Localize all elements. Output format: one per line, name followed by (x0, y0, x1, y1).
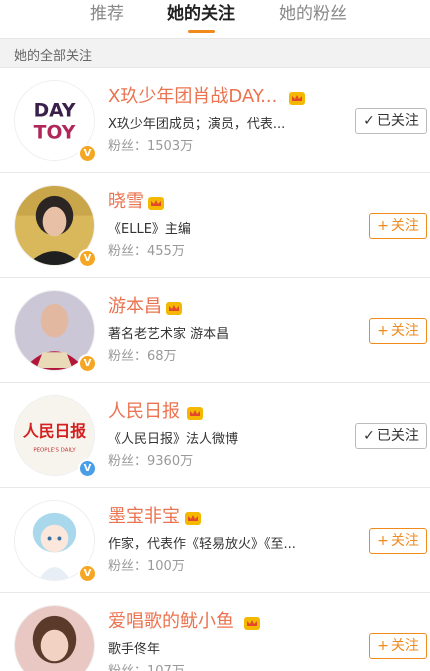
plus-icon: + (377, 323, 389, 339)
crown-icon (185, 512, 201, 525)
list-item[interactable]: 爱唱歌的鱿小鱼 歌手佟年 粉丝：107万 +关注 (0, 593, 430, 671)
fan-count: 粉丝：9360万 (108, 454, 194, 469)
fan-count: 粉丝：1503万 (108, 139, 194, 154)
verified-badge: V (78, 354, 97, 373)
follow-button[interactable]: + 关注 (369, 633, 427, 659)
crown-icon (244, 617, 260, 630)
fan-count: 粉丝：455万 (108, 244, 185, 259)
svg-text:PEOPLE'S DAILY: PEOPLE'S DAILY (33, 447, 76, 453)
user-description: 歌手佟年 (108, 642, 161, 657)
user-name[interactable]: 晓雪 (108, 189, 144, 215)
user-description: 《人民日报》法人微博 (108, 432, 239, 447)
person-photo (15, 606, 94, 671)
verified-badge: V (78, 459, 97, 478)
user-name[interactable]: 爱唱歌的鱿小鱼 (108, 609, 234, 635)
section-title: 她的全部关注 (14, 49, 93, 64)
plus-icon: + (377, 533, 389, 549)
verified-badge: V (78, 564, 97, 583)
user-name[interactable]: 墨宝非宝 (108, 504, 180, 530)
fan-count: 粉丝：100万 (108, 559, 185, 574)
user-description: X玖少年团成员；演员，代表... (108, 117, 286, 132)
active-tab-indicator (188, 30, 215, 33)
user-description: 著名老艺术家 游本昌 (108, 327, 230, 342)
crown-icon (166, 302, 182, 315)
fan-count: 粉丝：107万 (108, 663, 185, 671)
list-item[interactable]: V 游本昌 著名老艺术家 游本昌 粉丝：68万 + 关注 (0, 278, 430, 383)
tab-her-following[interactable]: 她的关注 (167, 2, 235, 26)
crown-icon (289, 92, 305, 105)
svg-text:TOY: TOY (34, 122, 76, 143)
tab-recommend[interactable]: 推荐 (90, 2, 124, 26)
check-icon: ✓ (363, 113, 375, 129)
follow-button[interactable]: + 关注 (369, 528, 427, 554)
plus-icon: + (377, 218, 389, 234)
plus-icon: + (377, 638, 389, 654)
followed-button[interactable]: ✓ 已关注 (355, 423, 427, 449)
svg-text:人民日报: 人民日报 (23, 421, 86, 440)
user-description: 《ELLE》主编 (108, 222, 191, 237)
fan-count: 粉丝：68万 (108, 349, 177, 364)
crown-icon (187, 407, 203, 420)
follow-button[interactable]: + 关注 (369, 213, 427, 239)
user-name[interactable]: 人民日报 (108, 399, 180, 425)
follow-button[interactable]: + 关注 (369, 318, 427, 344)
followed-button[interactable]: ✓ 已关注 (355, 108, 427, 134)
user-description: 作家，代表作《轻易放火》《至... (108, 537, 296, 552)
tab-bar: 推荐 她的关注 她的粉丝 (0, 0, 430, 38)
verified-badge: V (78, 144, 97, 163)
section-header: 她的全部关注 (0, 38, 430, 68)
verified-badge: V (78, 249, 97, 268)
crown-icon (148, 197, 164, 210)
tab-her-fans[interactable]: 她的粉丝 (279, 2, 347, 26)
check-icon: ✓ (363, 428, 375, 444)
list-item[interactable]: V 晓雪 《ELLE》主编 粉丝：455万 + 关注 (0, 173, 430, 278)
following-list: DAY TOY V X玖少年团肖战DAY... X玖少年团成员；演员，代表...… (0, 68, 430, 671)
list-item[interactable]: V 墨宝非宝 作家，代表作《轻易放火》《至... 粉丝：100万 + 关注 (0, 488, 430, 593)
avatar[interactable] (14, 605, 95, 671)
svg-text:DAY: DAY (34, 101, 76, 122)
list-item[interactable]: 人民日报 PEOPLE'S DAILY V 人民日报 《人民日报》法人微博 粉丝… (0, 383, 430, 488)
list-item[interactable]: DAY TOY V X玖少年团肖战DAY... X玖少年团成员；演员，代表...… (0, 68, 430, 173)
user-name[interactable]: X玖少年团肖战DAY... (108, 84, 277, 110)
user-name[interactable]: 游本昌 (108, 294, 162, 320)
